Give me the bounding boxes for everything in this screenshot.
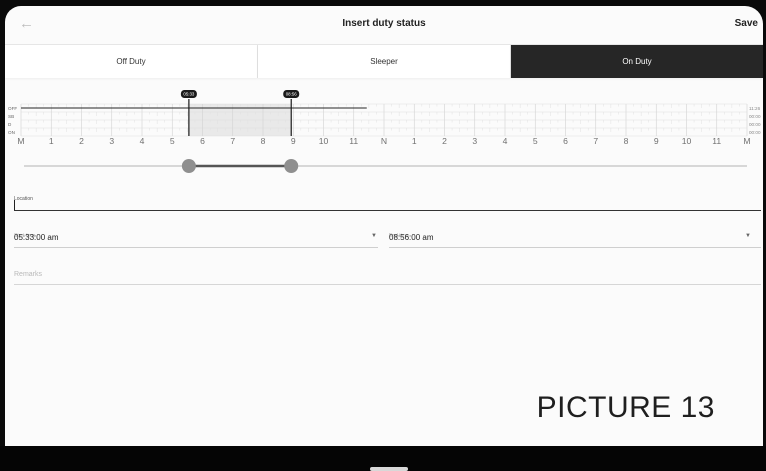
hour-label: M xyxy=(743,136,750,146)
duty-timeline[interactable]: OFF SB D ON 11:26 00:00 00:00 00:00 05:33 08:56 M 1… xyxy=(5,90,763,182)
end-time-input[interactable] xyxy=(389,247,761,248)
duty-status-tabs: Off Duty Sleeper On Duty xyxy=(5,44,763,78)
hour-label: 7 xyxy=(593,136,598,146)
hour-label: 6 xyxy=(200,136,205,146)
start-time-tag-label: 05:33 xyxy=(183,92,195,97)
hour-label: 4 xyxy=(140,136,145,146)
hour-label: 8 xyxy=(624,136,629,146)
row-label-d: D xyxy=(8,122,12,127)
location-input-cursor xyxy=(14,200,15,210)
hour-label: 3 xyxy=(472,136,477,146)
tab-off-duty[interactable]: Off Duty xyxy=(5,45,258,78)
row-total: 00:00 xyxy=(749,130,761,135)
end-time-caret-down-icon[interactable]: ▼ xyxy=(745,233,751,239)
timeline-graph[interactable]: OFF SB D ON 11:26 00:00 00:00 00:00 05:33 08:56 M 1… xyxy=(5,90,763,182)
hour-label: 5 xyxy=(533,136,538,146)
hour-label: 2 xyxy=(442,136,447,146)
end-time-value[interactable]: 08:56:00 am xyxy=(389,233,433,242)
slider-start-handle[interactable] xyxy=(181,159,196,173)
save-button[interactable]: Save xyxy=(735,18,758,29)
page-title: Insert duty status xyxy=(342,18,426,29)
hour-label: 1 xyxy=(412,136,417,146)
home-indicator[interactable] xyxy=(370,467,408,471)
start-time-input[interactable] xyxy=(14,247,378,248)
row-label-on: ON xyxy=(8,130,15,135)
remarks-input[interactable]: Remarks xyxy=(14,271,42,278)
hour-label: 2 xyxy=(79,136,84,146)
location-input[interactable] xyxy=(14,210,761,211)
row-total: 00:00 xyxy=(749,114,761,119)
row-total: 00:00 xyxy=(749,122,761,127)
app-window: ← Insert duty status Save Off Duty Sleep… xyxy=(5,6,763,446)
picture-caption: PICTURE 13 xyxy=(536,391,715,424)
hour-label: 11 xyxy=(712,136,721,146)
start-time-caret-down-icon[interactable]: ▼ xyxy=(371,233,377,239)
tab-sleeper[interactable]: Sleeper xyxy=(258,45,511,78)
hour-label: 9 xyxy=(291,136,296,146)
remarks-underline xyxy=(14,284,761,285)
hour-label: 7 xyxy=(230,136,235,146)
hour-label: 3 xyxy=(109,136,114,146)
hour-label: 8 xyxy=(261,136,266,146)
hour-label: M xyxy=(17,136,24,146)
hour-label: 10 xyxy=(682,136,692,146)
hour-label: 11 xyxy=(349,136,358,146)
tab-on-duty[interactable]: On Duty xyxy=(511,45,763,78)
hour-label: 4 xyxy=(503,136,508,146)
row-label-sb: SB xyxy=(8,114,14,119)
header: ← Insert duty status Save xyxy=(5,6,763,44)
row-label-off: OFF xyxy=(8,106,17,111)
end-time-tag-label: 08:56 xyxy=(286,92,298,97)
start-time-value[interactable]: 05:33:00 am xyxy=(14,233,58,242)
row-total: 11:26 xyxy=(749,106,761,111)
hour-label: 6 xyxy=(563,136,568,146)
hour-label: N xyxy=(381,136,387,146)
hour-label: 1 xyxy=(49,136,54,146)
location-label: Location xyxy=(14,196,33,202)
hour-label: 10 xyxy=(319,136,329,146)
hour-label: 9 xyxy=(654,136,659,146)
slider-end-handle[interactable] xyxy=(284,159,299,173)
hour-label: 5 xyxy=(170,136,175,146)
